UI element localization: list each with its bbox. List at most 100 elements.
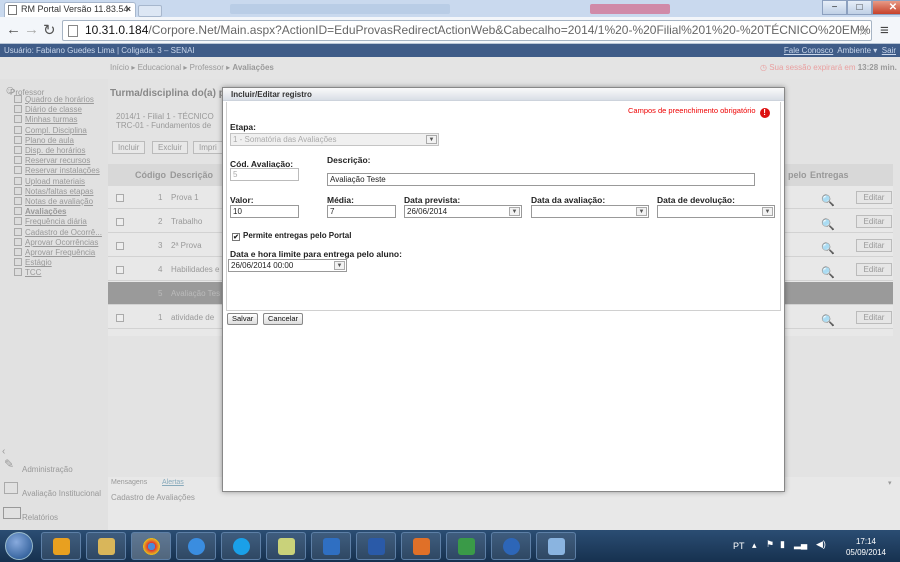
tab-mensagens[interactable]: Mensagens <box>111 479 147 486</box>
network-icon[interactable]: ▂▄ <box>794 539 807 550</box>
cancel-button[interactable]: Cancelar <box>263 313 304 325</box>
address-bar[interactable]: 10.31.0.184/Corpore.Net/Main.aspx?Action… <box>62 20 872 41</box>
sidebar-item[interactable]: Disp. de horários <box>14 146 85 155</box>
sidebar-item[interactable]: Upload materiais <box>14 176 85 186</box>
etapa-select[interactable]: 1 - Somatória das Avaliações ▼ <box>230 133 439 146</box>
chevron-left-icon[interactable]: ‹ <box>2 446 5 457</box>
column-header[interactable]: Código <box>135 164 166 186</box>
tab-close-icon[interactable]: × <box>126 3 131 16</box>
sidebar-item[interactable]: Notas/faltas etapas <box>14 186 93 196</box>
sidebar-item[interactable]: Notas de avaliação <box>14 197 93 206</box>
descricao-label: Descrição: <box>327 155 371 165</box>
sidebar-item[interactable]: Minhas turmas <box>14 115 77 124</box>
data-avaliacao-picker[interactable]: ▼ <box>531 205 649 218</box>
dialog-title: Incluir/Editar registro <box>223 88 784 101</box>
sidebar-item[interactable]: Estágio <box>14 258 52 267</box>
taskbar-ie[interactable] <box>176 532 216 560</box>
cod-avaliacao-field[interactable]: 5 <box>230 168 299 181</box>
sidebar-item[interactable]: Cadastro de Ocorrê... <box>14 227 102 237</box>
sidebar-item[interactable]: TCC <box>14 268 41 277</box>
fale-conosco-link[interactable]: Fale Conosco <box>784 46 833 55</box>
sidebar-item[interactable]: Diário de classe <box>14 105 82 114</box>
sidebar-item[interactable]: Compl. Disciplina <box>14 125 87 135</box>
taskbar-app[interactable] <box>536 532 576 560</box>
column-header[interactable]: Descrição <box>170 164 213 186</box>
browser-tab[interactable]: RM Portal Versão 11.83.54 × <box>4 2 136 17</box>
sidebar-item[interactable]: Aprovar Frequência <box>14 248 95 257</box>
tab-alertas[interactable]: Alertas <box>162 479 184 486</box>
edit-button[interactable]: Editar <box>856 311 892 324</box>
taskbar-app[interactable] <box>491 532 531 560</box>
taskbar-explorer[interactable] <box>86 532 126 560</box>
permite-entregas-checkbox[interactable]: ✔ <box>232 233 240 241</box>
sidebar-relatorios[interactable]: Relatórios <box>22 513 58 522</box>
clock-icon: ◷ <box>760 63 767 72</box>
sidebar-item[interactable]: Reservar instalações <box>14 166 100 175</box>
volume-icon[interactable]: ◀) <box>816 539 826 550</box>
magnifier-icon[interactable]: 🔍 <box>821 310 835 333</box>
forward-icon[interactable]: → <box>24 21 39 38</box>
close-window-button[interactable]: ✕ <box>872 0 900 15</box>
edit-button[interactable]: Editar <box>856 215 892 228</box>
sidebar-item-label: Avaliações <box>25 207 67 217</box>
new-tab-button[interactable] <box>138 5 162 17</box>
incluir-button[interactable]: Incluir <box>112 141 146 154</box>
sidebar-item[interactable]: Plano de aula <box>14 135 74 145</box>
clock[interactable]: 17:14 05/09/2014 <box>846 536 886 558</box>
excluir-button[interactable]: Excluir <box>152 141 189 154</box>
breadcrumb-item[interactable]: Início <box>110 63 129 72</box>
menu-icon[interactable]: ≡ <box>880 22 889 39</box>
menu-item-icon <box>14 176 22 185</box>
taskbar-word[interactable] <box>356 532 396 560</box>
row-checkbox[interactable] <box>116 242 124 250</box>
taskbar-skype[interactable] <box>221 532 261 560</box>
taskbar-notes[interactable] <box>266 532 306 560</box>
breadcrumb-item[interactable]: Professor <box>190 63 224 72</box>
flag-icon[interactable]: ⚑ <box>766 539 774 550</box>
chevron-down-icon[interactable]: ▾ <box>888 479 892 487</box>
minimize-button[interactable]: − <box>822 0 847 15</box>
row-checkbox[interactable] <box>116 266 124 274</box>
sidebar-item[interactable]: Quadro de horários <box>14 95 94 104</box>
reload-icon[interactable]: ↻ <box>43 21 56 39</box>
column-header[interactable]: pelo <box>788 164 807 186</box>
imprimir-button[interactable]: Impri <box>193 141 223 154</box>
ambiente-menu[interactable]: Ambiente ▾ <box>837 46 877 55</box>
back-icon[interactable]: ← <box>6 21 21 38</box>
taskbar-chrome[interactable] <box>131 532 171 560</box>
column-header[interactable]: Entregas <box>810 164 849 186</box>
language-indicator[interactable]: PT <box>733 541 745 551</box>
valor-field[interactable]: 10 <box>230 205 299 218</box>
sidebar-avaliacao-institucional[interactable]: Avaliação Institucional <box>22 489 106 498</box>
save-button[interactable]: Salvar <box>227 313 259 325</box>
row-checkbox[interactable] <box>116 314 124 322</box>
taskbar-outlook[interactable] <box>41 532 81 560</box>
row-checkbox[interactable] <box>116 218 124 226</box>
data-prevista-picker[interactable]: 26/06/2014 ▼ <box>404 205 522 218</box>
media-field[interactable]: 7 <box>327 205 396 218</box>
edit-button[interactable]: Editar <box>856 239 892 252</box>
descricao-field[interactable]: Avaliação Teste <box>327 173 755 186</box>
sidebar-administracao[interactable]: Administração <box>22 465 73 474</box>
sidebar-item[interactable]: Avaliações <box>14 207 67 216</box>
edit-button[interactable]: Editar <box>856 263 892 276</box>
battery-icon[interactable]: ▮ <box>780 539 785 550</box>
tray-expand-icon[interactable]: ▴ <box>752 540 757 551</box>
breadcrumb-item[interactable]: Educacional <box>138 63 182 72</box>
sair-link[interactable]: Sair <box>882 46 896 55</box>
sidebar-item[interactable]: Aprovar Ocorrências <box>14 237 98 247</box>
sidebar-item[interactable]: Frequência diária <box>14 217 87 226</box>
turma-info: 2014/1 - Filial 1 - TÉCNICO TRC-01 - Fun… <box>116 112 214 130</box>
data-devolucao-picker[interactable]: ▼ <box>657 205 775 218</box>
edit-button[interactable]: Editar <box>856 191 892 204</box>
maximize-button[interactable]: □ <box>847 0 872 15</box>
sidebar-item[interactable]: Reservar recursos <box>14 156 90 165</box>
data-prevista-value: 26/06/2014 <box>407 207 448 216</box>
start-button[interactable] <box>5 532 33 560</box>
data-limite-picker[interactable]: 26/06/2014 00:00 ▼ <box>228 259 347 272</box>
bookmark-star-icon[interactable]: ☆ <box>857 21 869 40</box>
taskbar-lync[interactable] <box>311 532 351 560</box>
row-checkbox[interactable] <box>116 194 124 202</box>
taskbar-pdf[interactable] <box>401 532 441 560</box>
taskbar-app[interactable] <box>446 532 486 560</box>
